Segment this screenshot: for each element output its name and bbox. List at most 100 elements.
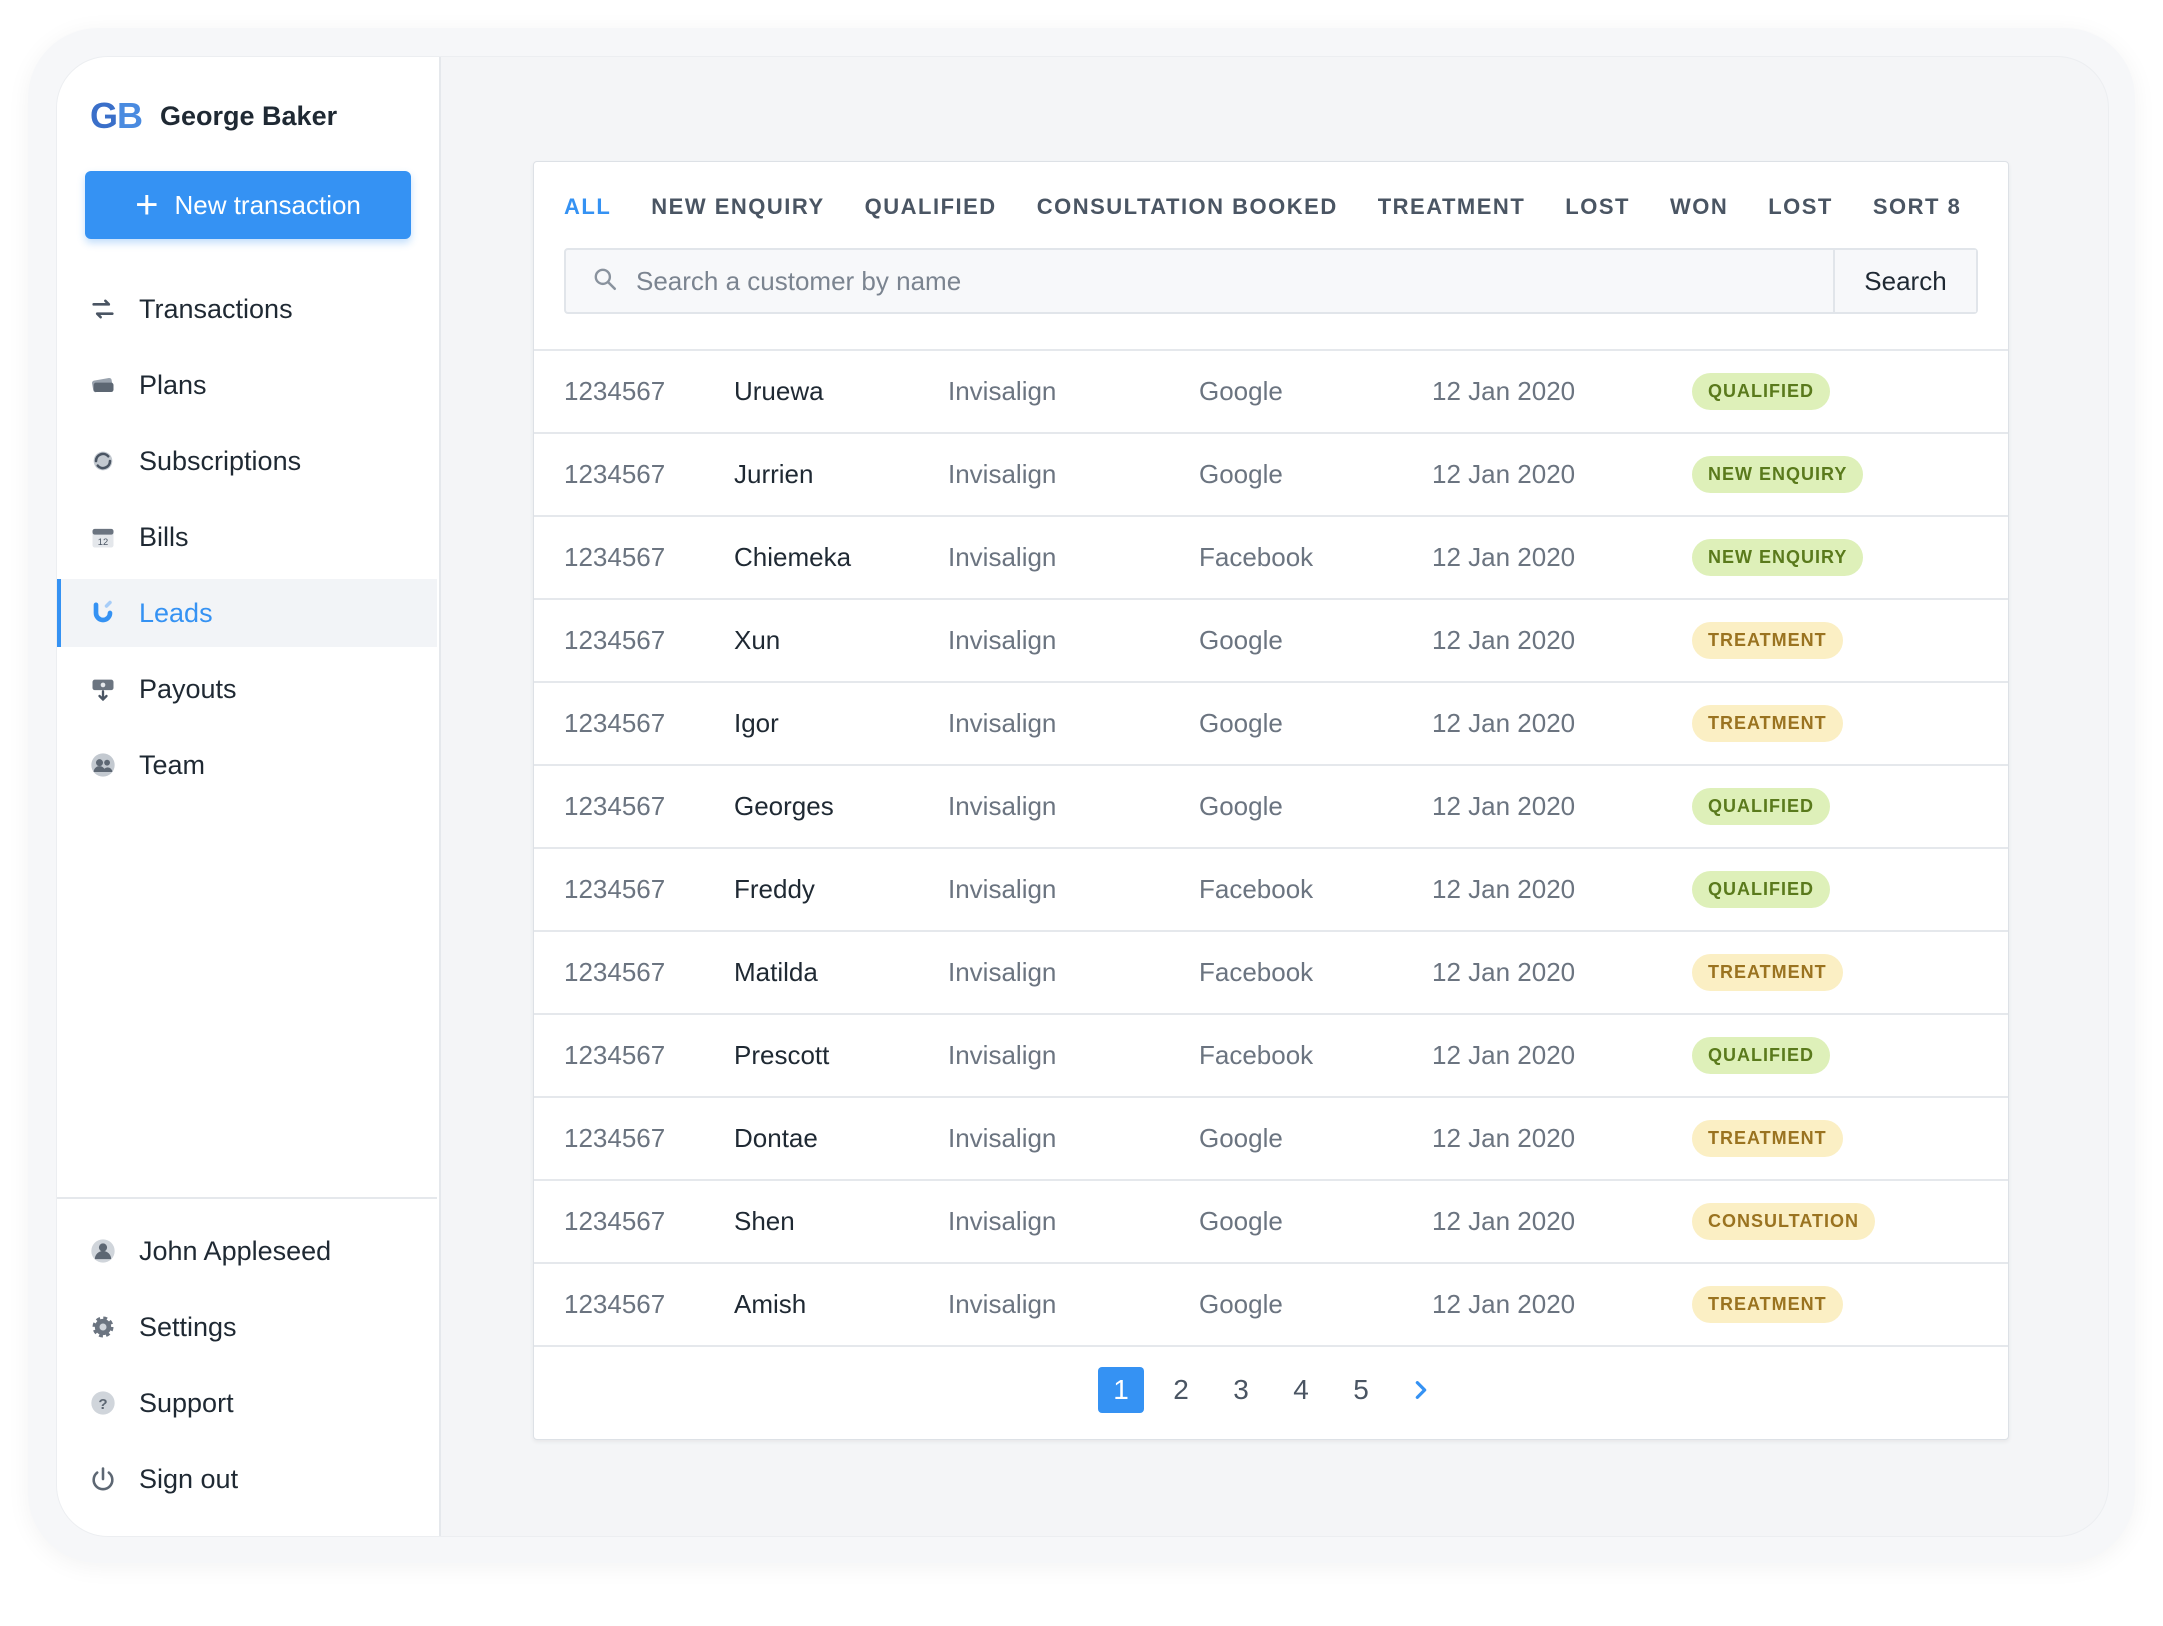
status-badge: QUALIFIED: [1692, 871, 1830, 908]
page-2-button[interactable]: 2: [1158, 1367, 1204, 1413]
sidebar: GB George Baker + New transaction Transa…: [57, 57, 441, 1536]
gear-icon: [89, 1313, 117, 1341]
table-row[interactable]: 1234567 Igor Invisalign Google 12 Jan 2020 TR…: [534, 683, 2008, 766]
lead-id: 1234567: [564, 957, 666, 987]
table-row[interactable]: 1234567 Shen Invisalign Google 12 Jan 2020 CO…: [534, 1181, 2008, 1264]
sidebar-item-label: Settings: [139, 1311, 237, 1342]
product: Invisalign: [948, 874, 1057, 904]
tab-lost[interactable]: LOST: [1565, 194, 1630, 220]
sidebar-item-settings[interactable]: Settings: [57, 1293, 437, 1361]
tab-lost[interactable]: LOST: [1768, 194, 1833, 220]
product: Invisalign: [948, 1123, 1057, 1153]
sidebar-item-sign-out[interactable]: Sign out: [57, 1445, 437, 1513]
customer-name: Shen: [734, 1206, 795, 1236]
brand-logo: GB: [90, 95, 143, 136]
sidebar-item-support[interactable]: ? Support: [57, 1369, 437, 1437]
svg-text:?: ?: [98, 1396, 107, 1413]
search-input[interactable]: [634, 264, 1738, 298]
status-cell: TREATMENT: [1692, 705, 1843, 742]
status-cell: TREATMENT: [1692, 1120, 1843, 1157]
table-row[interactable]: 1234567 Prescott Invisalign Facebook 12 Jan …: [534, 1015, 2008, 1098]
sidebar-item-label: Subscriptions: [139, 445, 302, 476]
calendar-icon: 12: [89, 523, 117, 551]
search-button[interactable]: Search: [1833, 250, 1976, 312]
table-row[interactable]: 1234567 Freddy Invisalign Facebook 12 Jan 20…: [534, 849, 2008, 932]
lead-date: 12 Jan 2020: [1432, 1123, 1576, 1153]
sidebar-item-plans[interactable]: Plans: [57, 351, 437, 419]
app-window: GB George Baker + New transaction Transa…: [56, 56, 2109, 1537]
status-badge: TREATMENT: [1692, 622, 1843, 659]
sidebar-item-label: Sign out: [139, 1463, 239, 1494]
sidebar-item-team[interactable]: Team: [57, 731, 437, 799]
lead-source: Google: [1199, 1289, 1283, 1319]
table-row[interactable]: 1234567 Xun Invisalign Google 12 Jan 2020 TRE…: [534, 600, 2008, 683]
table-row[interactable]: 1234567 Matilda Invisalign Facebook 12 Jan 2…: [534, 932, 2008, 1015]
sidebar-item-label: John Appleseed: [139, 1235, 332, 1266]
status-badge: NEW ENQUIRY: [1692, 456, 1864, 493]
lead-source: Google: [1199, 708, 1283, 738]
lead-id: 1234567: [564, 376, 666, 406]
user-icon: [89, 1237, 117, 1265]
lead-source: Facebook: [1199, 957, 1314, 987]
sidebar-item-payouts[interactable]: Payouts: [57, 655, 437, 723]
svg-text:12: 12: [98, 537, 108, 547]
lead-source: Google: [1199, 791, 1283, 821]
tab-consultation-booked[interactable]: CONSULTATION BOOKED: [1037, 194, 1338, 220]
customer-name: Prescott: [734, 1040, 830, 1070]
power-icon: [89, 1465, 117, 1493]
customer-name: Uruewa: [734, 376, 824, 406]
tab-all[interactable]: ALL: [564, 194, 611, 220]
sidebar-item-bills[interactable]: 12 Bills: [57, 503, 437, 571]
sidebar-item-leads[interactable]: Leads: [57, 579, 437, 647]
page-5-button[interactable]: 5: [1338, 1367, 1384, 1413]
status-cell: NEW ENQUIRY: [1692, 456, 1864, 493]
lead-date: 12 Jan 2020: [1432, 625, 1576, 655]
chevron-right-icon[interactable]: [1398, 1367, 1444, 1413]
lead-date: 12 Jan 2020: [1432, 376, 1576, 406]
status-badge: TREATMENT: [1692, 954, 1843, 991]
page-4-button[interactable]: 4: [1278, 1367, 1324, 1413]
customer-name: Georges: [734, 791, 834, 821]
refresh-icon: [89, 447, 117, 475]
page-3-button[interactable]: 3: [1218, 1367, 1264, 1413]
customer-name: Dontae: [734, 1123, 818, 1153]
sidebar-item-john-appleseed[interactable]: John Appleseed: [57, 1217, 437, 1285]
page-1-button[interactable]: 1: [1098, 1367, 1144, 1413]
customer-name: Matilda: [734, 957, 818, 987]
lead-source: Facebook: [1199, 542, 1314, 572]
product: Invisalign: [948, 957, 1057, 987]
sidebar-nav-bottom: John Appleseed Settings? Support Sign out: [57, 1217, 437, 1521]
sidebar-item-label: Transactions: [139, 293, 293, 324]
search-field: [566, 250, 1833, 312]
product: Invisalign: [948, 376, 1057, 406]
tab-new-enquiry[interactable]: NEW ENQUIRY: [651, 194, 824, 220]
tab-treatment[interactable]: TREATMENT: [1378, 194, 1526, 220]
table-row[interactable]: 1234567 Dontae Invisalign Google 12 Jan 2020…: [534, 1098, 2008, 1181]
tab-qualified[interactable]: QUALIFIED: [865, 194, 997, 220]
table-row[interactable]: 1234567 Georges Invisalign Google 12 Jan 202…: [534, 766, 2008, 849]
table-row[interactable]: 1234567 Uruewa Invisalign Google 12 Jan 2020…: [534, 351, 2008, 434]
lead-id: 1234567: [564, 708, 666, 738]
sidebar-item-label: Payouts: [139, 673, 237, 704]
tab-won[interactable]: WON: [1670, 194, 1728, 220]
transfer-arrows-icon: [89, 295, 117, 323]
table-row[interactable]: 1234567 Jurrien Invisalign Google 12 Jan 202…: [534, 434, 2008, 517]
status-badge: NEW ENQUIRY: [1692, 539, 1864, 576]
lead-id: 1234567: [564, 1206, 666, 1236]
sidebar-item-transactions[interactable]: Transactions: [57, 275, 437, 343]
product: Invisalign: [948, 791, 1057, 821]
brand-name: George Baker: [160, 100, 338, 131]
status-cell: QUALIFIED: [1692, 373, 1830, 410]
new-transaction-button[interactable]: + New transaction: [85, 171, 411, 239]
lead-id: 1234567: [564, 1289, 666, 1319]
new-transaction-label: New transaction: [174, 189, 361, 220]
table-row[interactable]: 1234567 Chiemeka Invisalign Facebook 12 Jan …: [534, 517, 2008, 600]
customer-name: Chiemeka: [734, 542, 852, 572]
tab-sort-8[interactable]: SORT 8: [1873, 194, 1961, 220]
status-badge: QUALIFIED: [1692, 788, 1830, 825]
sidebar-item-subscriptions[interactable]: Subscriptions: [57, 427, 437, 495]
table-row[interactable]: 1234567 Amish Invisalign Google 12 Jan 2020 T…: [534, 1264, 2008, 1347]
sidebar-item-label: Support: [139, 1387, 234, 1418]
status-badge: QUALIFIED: [1692, 1037, 1830, 1074]
leads-card: ALL NEW ENQUIRY QUALIFIED CONSULTATION BOOK…: [533, 161, 2009, 1440]
